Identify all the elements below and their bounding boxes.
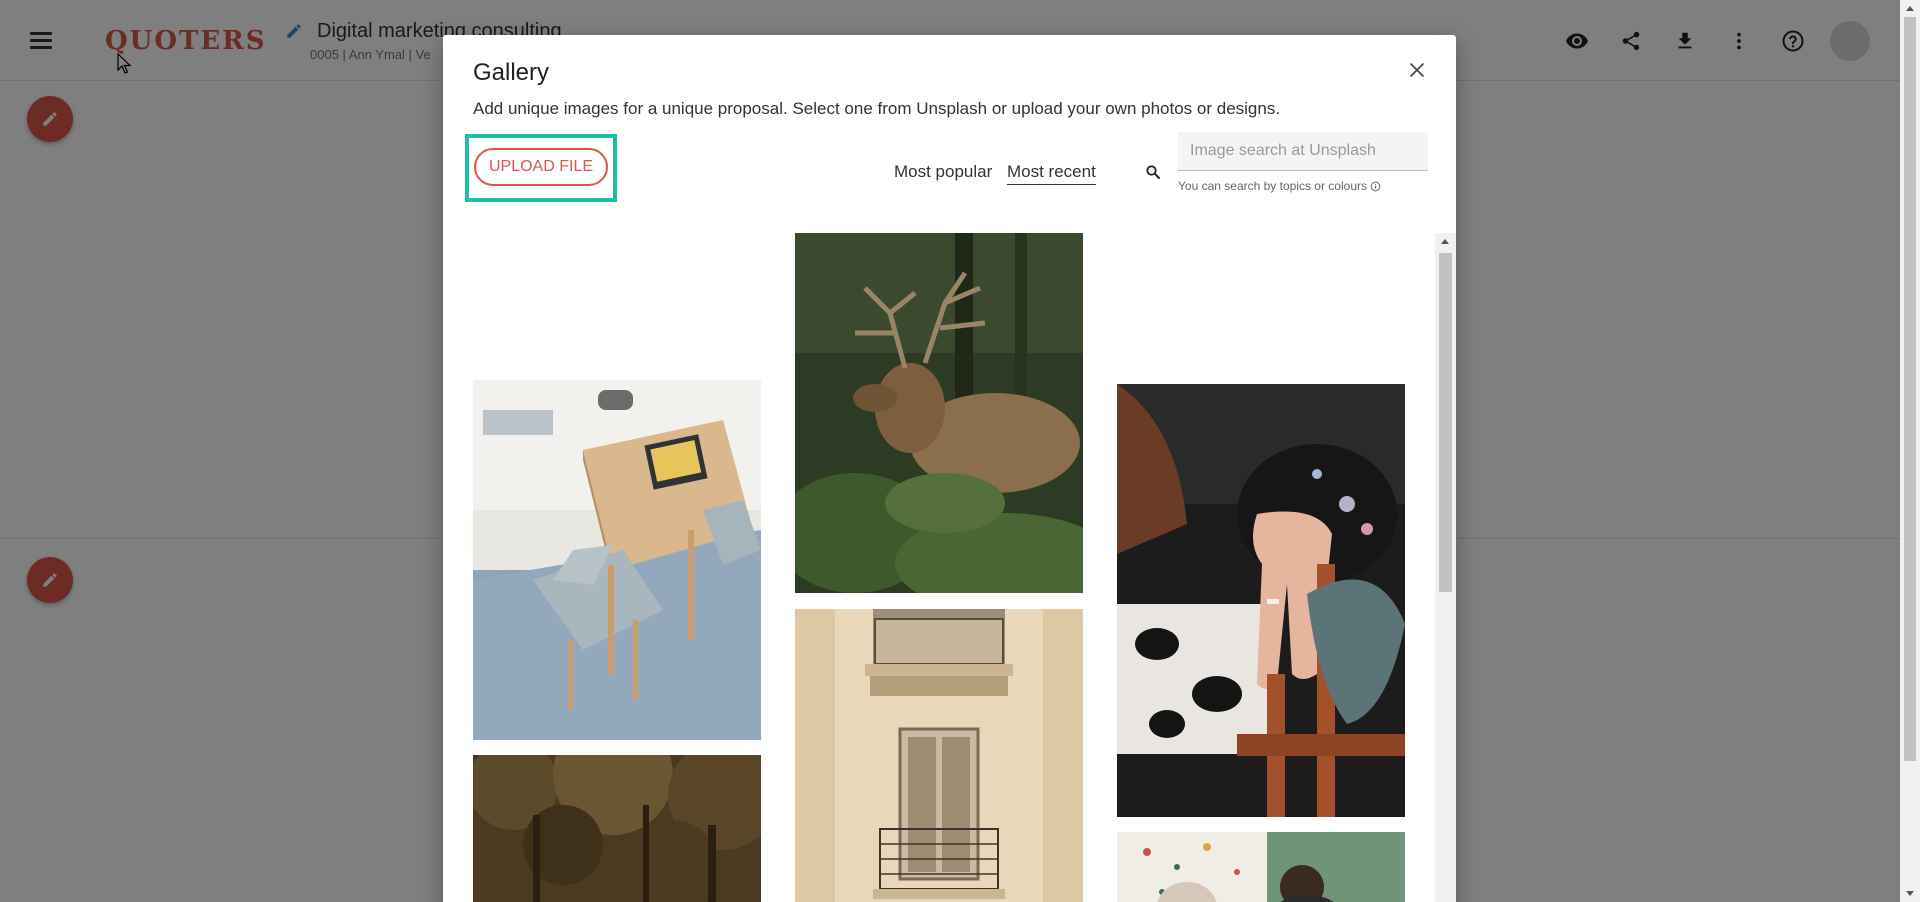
info-icon[interactable]: [1370, 181, 1381, 192]
modal-description: Add unique images for a unique proposal.…: [473, 99, 1281, 118]
modal-title: Gallery: [473, 59, 550, 86]
scrollbar-thumb[interactable]: [1904, 17, 1916, 761]
green-wall-people-photo[interactable]: [1117, 832, 1405, 902]
page-scrollbar[interactable]: [1900, 0, 1920, 902]
gallery-scrollbar-thumb[interactable]: [1439, 253, 1452, 592]
close-icon[interactable]: [1408, 61, 1426, 79]
upload-highlight: UPLOAD FILE: [465, 134, 617, 202]
gallery-scrollbar[interactable]: [1435, 233, 1456, 902]
scroll-up-arrow-icon[interactable]: [1906, 6, 1914, 11]
sort-most-popular[interactable]: Most popular: [894, 162, 992, 182]
table-chair-laptop-photo[interactable]: [473, 380, 761, 740]
gallery-modal: Gallery Add unique images for a unique p…: [443, 35, 1456, 902]
upload-file-button[interactable]: UPLOAD FILE: [474, 148, 608, 186]
woman-hand-ring-photo[interactable]: [1117, 384, 1405, 817]
image-search-input[interactable]: [1178, 132, 1428, 171]
sort-most-recent[interactable]: Most recent: [1007, 162, 1096, 185]
deer-elk-photo[interactable]: [795, 233, 1083, 593]
search-hint: You can search by topics or colours: [1178, 179, 1381, 193]
image-gallery: [443, 233, 1456, 902]
scroll-up-arrow-icon[interactable]: [1441, 239, 1449, 244]
building-balcony-photo[interactable]: [795, 609, 1083, 902]
scroll-down-arrow-icon[interactable]: [1906, 891, 1914, 896]
search-hint-text: You can search by topics or colours: [1178, 179, 1367, 193]
forest-trees-photo[interactable]: [473, 755, 761, 902]
search-icon[interactable]: [1145, 164, 1161, 180]
